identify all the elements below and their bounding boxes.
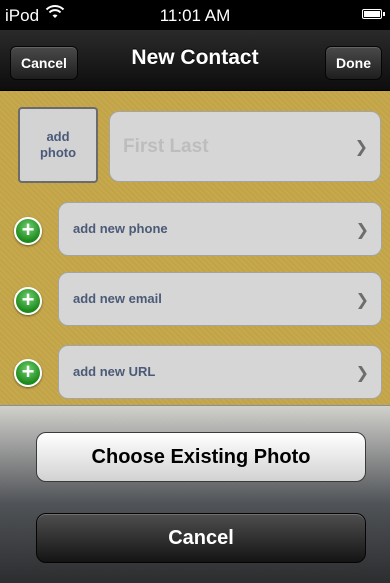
action-sheet-cancel-button[interactable]: Cancel bbox=[36, 513, 366, 563]
battery-icon bbox=[362, 9, 385, 19]
name-field[interactable]: First Last ❯ bbox=[109, 111, 381, 182]
navigation-bar: Cancel New Contact Done bbox=[0, 30, 390, 91]
add-email-icon[interactable]: + bbox=[14, 287, 42, 315]
add-email-field[interactable]: add new email ❯ bbox=[58, 272, 382, 326]
add-phone-icon[interactable]: + bbox=[14, 217, 42, 245]
action-sheet: Choose Existing Photo Cancel bbox=[0, 405, 390, 583]
chevron-right-icon: ❯ bbox=[355, 222, 369, 239]
add-photo-button[interactable]: add photo bbox=[18, 107, 98, 183]
name-placeholder: First Last bbox=[123, 136, 209, 157]
add-phone-field[interactable]: add new phone ❯ bbox=[58, 202, 382, 256]
add-url-field[interactable]: add new URL ❯ bbox=[58, 345, 382, 399]
status-bar: iPod 11:01 AM bbox=[0, 0, 390, 30]
chevron-right-icon: ❯ bbox=[354, 139, 368, 156]
add-url-label: add new URL bbox=[73, 364, 156, 379]
choose-existing-photo-button[interactable]: Choose Existing Photo bbox=[36, 432, 366, 482]
add-email-label: add new email bbox=[73, 291, 162, 306]
add-photo-label: add photo bbox=[39, 129, 77, 160]
done-button[interactable]: Done bbox=[325, 46, 382, 80]
add-phone-label: add new phone bbox=[73, 221, 168, 236]
screen: iPod 11:01 AM Cancel New Contact Done ad… bbox=[0, 0, 390, 583]
add-url-icon[interactable]: + bbox=[14, 359, 42, 387]
chevron-right-icon: ❯ bbox=[355, 292, 369, 309]
clock: 11:01 AM bbox=[159, 6, 231, 25]
chevron-right-icon: ❯ bbox=[355, 365, 369, 382]
